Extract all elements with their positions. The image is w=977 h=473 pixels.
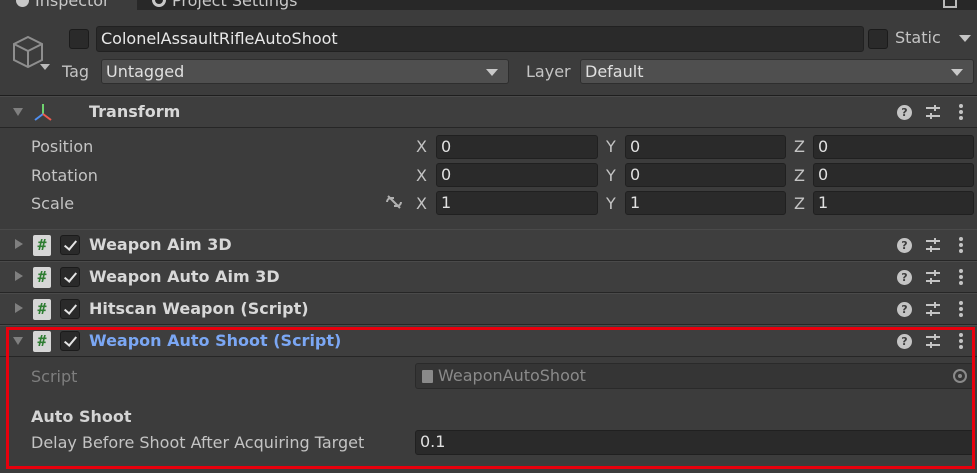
axis-y-label[interactable]: Y bbox=[606, 137, 616, 156]
rotation-label: Rotation bbox=[31, 166, 98, 185]
presets-icon[interactable] bbox=[925, 104, 941, 120]
component-title: Weapon Auto Shoot (Script) bbox=[89, 331, 342, 350]
transform-title: Transform bbox=[89, 102, 181, 121]
static-dropdown-arrow[interactable] bbox=[959, 35, 971, 42]
constrain-proportions-icon[interactable] bbox=[384, 194, 404, 210]
position-z-field[interactable]: 0 bbox=[813, 135, 974, 159]
maximize-icon[interactable] bbox=[943, 0, 957, 8]
script-reference-field: WeaponAutoShoot bbox=[415, 363, 974, 389]
foldout-open-icon[interactable] bbox=[13, 337, 23, 345]
component-title: Weapon Auto Aim 3D bbox=[89, 267, 280, 286]
tab-inspector-label: Inspector bbox=[35, 0, 110, 10]
delay-label[interactable]: Delay Before Shoot After Acquiring Targe… bbox=[31, 433, 364, 452]
tag-value: Untagged bbox=[106, 62, 185, 81]
tag-dropdown[interactable]: Untagged bbox=[101, 59, 509, 84]
tag-label: Tag bbox=[62, 62, 90, 81]
axis-z-label[interactable]: Z bbox=[794, 166, 805, 185]
tab-project-settings-label: Project Settings bbox=[172, 0, 298, 10]
inspector-header: ColonelAssaultRifleAutoShoot Static Tag … bbox=[0, 10, 977, 96]
rotation-x-field[interactable]: 0 bbox=[436, 163, 598, 187]
position-y-field[interactable]: 0 bbox=[625, 135, 786, 159]
static-checkbox[interactable] bbox=[868, 29, 888, 49]
tab-inspector[interactable]: Inspector bbox=[0, 0, 137, 10]
presets-icon[interactable] bbox=[925, 237, 941, 253]
help-icon[interactable]: ? bbox=[897, 334, 912, 349]
foldout-closed-icon[interactable] bbox=[15, 239, 23, 249]
script-reference-value: WeaponAutoShoot bbox=[438, 366, 586, 385]
script-hash-icon: # bbox=[33, 331, 51, 352]
transform-axes-icon bbox=[34, 104, 52, 121]
script-hash-icon: # bbox=[33, 299, 51, 320]
help-icon[interactable]: ? bbox=[897, 270, 912, 285]
component-enabled-checkbox[interactable] bbox=[60, 235, 80, 255]
component-header-weapon-auto-shoot[interactable]: # Weapon Auto Shoot (Script) ? bbox=[0, 325, 977, 357]
static-label: Static bbox=[895, 28, 941, 47]
delay-field[interactable]: 0.1 bbox=[415, 430, 974, 455]
auto-shoot-section-header: Auto Shoot bbox=[31, 407, 132, 426]
context-menu-icon[interactable] bbox=[958, 268, 964, 288]
position-x-field[interactable]: 0 bbox=[436, 135, 598, 159]
chevron-down-icon bbox=[951, 69, 963, 76]
layer-value: Default bbox=[585, 62, 644, 81]
script-label: Script bbox=[31, 367, 78, 386]
rotation-z-field[interactable]: 0 bbox=[813, 163, 974, 187]
script-hash-icon: # bbox=[33, 267, 51, 288]
tab-project-settings[interactable]: Project Settings bbox=[148, 0, 297, 10]
axis-x-label[interactable]: X bbox=[416, 194, 427, 213]
rotation-y-field[interactable]: 0 bbox=[625, 163, 786, 187]
component-enabled-checkbox[interactable] bbox=[60, 267, 80, 287]
help-icon[interactable]: ? bbox=[897, 105, 912, 120]
scale-label: Scale bbox=[31, 194, 75, 213]
presets-icon[interactable] bbox=[925, 333, 941, 349]
component-enabled-checkbox[interactable] bbox=[60, 331, 80, 351]
script-hash-icon: # bbox=[33, 235, 51, 256]
foldout-open-icon[interactable] bbox=[13, 108, 23, 116]
scale-y-field[interactable]: 1 bbox=[625, 191, 786, 215]
axis-y-label[interactable]: Y bbox=[606, 166, 616, 185]
axis-z-label[interactable]: Z bbox=[794, 137, 805, 156]
layer-dropdown[interactable]: Default bbox=[580, 59, 974, 84]
component-header-hitscan-weapon[interactable]: # Hitscan Weapon (Script) ? bbox=[0, 293, 977, 325]
layer-label: Layer bbox=[526, 62, 571, 81]
scale-x-field[interactable]: 1 bbox=[436, 191, 598, 215]
axis-y-label[interactable]: Y bbox=[606, 194, 616, 213]
context-menu-icon[interactable] bbox=[958, 236, 964, 256]
info-icon bbox=[16, 0, 29, 7]
position-label: Position bbox=[31, 137, 94, 156]
presets-icon[interactable] bbox=[925, 269, 941, 285]
component-title: Weapon Aim 3D bbox=[89, 235, 232, 254]
gear-icon bbox=[152, 0, 166, 7]
context-menu-icon[interactable] bbox=[958, 332, 964, 352]
chevron-down-icon bbox=[486, 69, 498, 76]
help-icon[interactable]: ? bbox=[897, 302, 912, 317]
object-picker-icon[interactable] bbox=[953, 369, 967, 383]
foldout-closed-icon[interactable] bbox=[15, 303, 23, 313]
component-header-weapon-aim-3d[interactable]: # Weapon Aim 3D ? bbox=[0, 229, 977, 261]
presets-icon[interactable] bbox=[925, 301, 941, 317]
component-title: Hitscan Weapon (Script) bbox=[89, 299, 309, 318]
icon-dropdown-arrow[interactable] bbox=[40, 64, 50, 70]
foldout-closed-icon[interactable] bbox=[15, 271, 23, 281]
context-menu-icon[interactable] bbox=[958, 103, 964, 123]
component-header-weapon-auto-aim-3d[interactable]: # Weapon Auto Aim 3D ? bbox=[0, 261, 977, 293]
script-file-icon bbox=[422, 370, 433, 383]
axis-z-label[interactable]: Z bbox=[794, 194, 805, 213]
axis-x-label[interactable]: X bbox=[416, 137, 427, 156]
help-icon[interactable]: ? bbox=[897, 238, 912, 253]
object-name-field[interactable]: ColonelAssaultRifleAutoShoot bbox=[96, 26, 864, 52]
scale-z-field[interactable]: 1 bbox=[813, 191, 974, 215]
component-enabled-checkbox[interactable] bbox=[60, 299, 80, 319]
transform-header[interactable]: Transform ? bbox=[0, 96, 977, 128]
tab-bar: Inspector Project Settings bbox=[0, 0, 977, 10]
axis-x-label[interactable]: X bbox=[416, 166, 427, 185]
context-menu-icon[interactable] bbox=[958, 300, 964, 320]
active-checkbox[interactable] bbox=[69, 29, 89, 49]
